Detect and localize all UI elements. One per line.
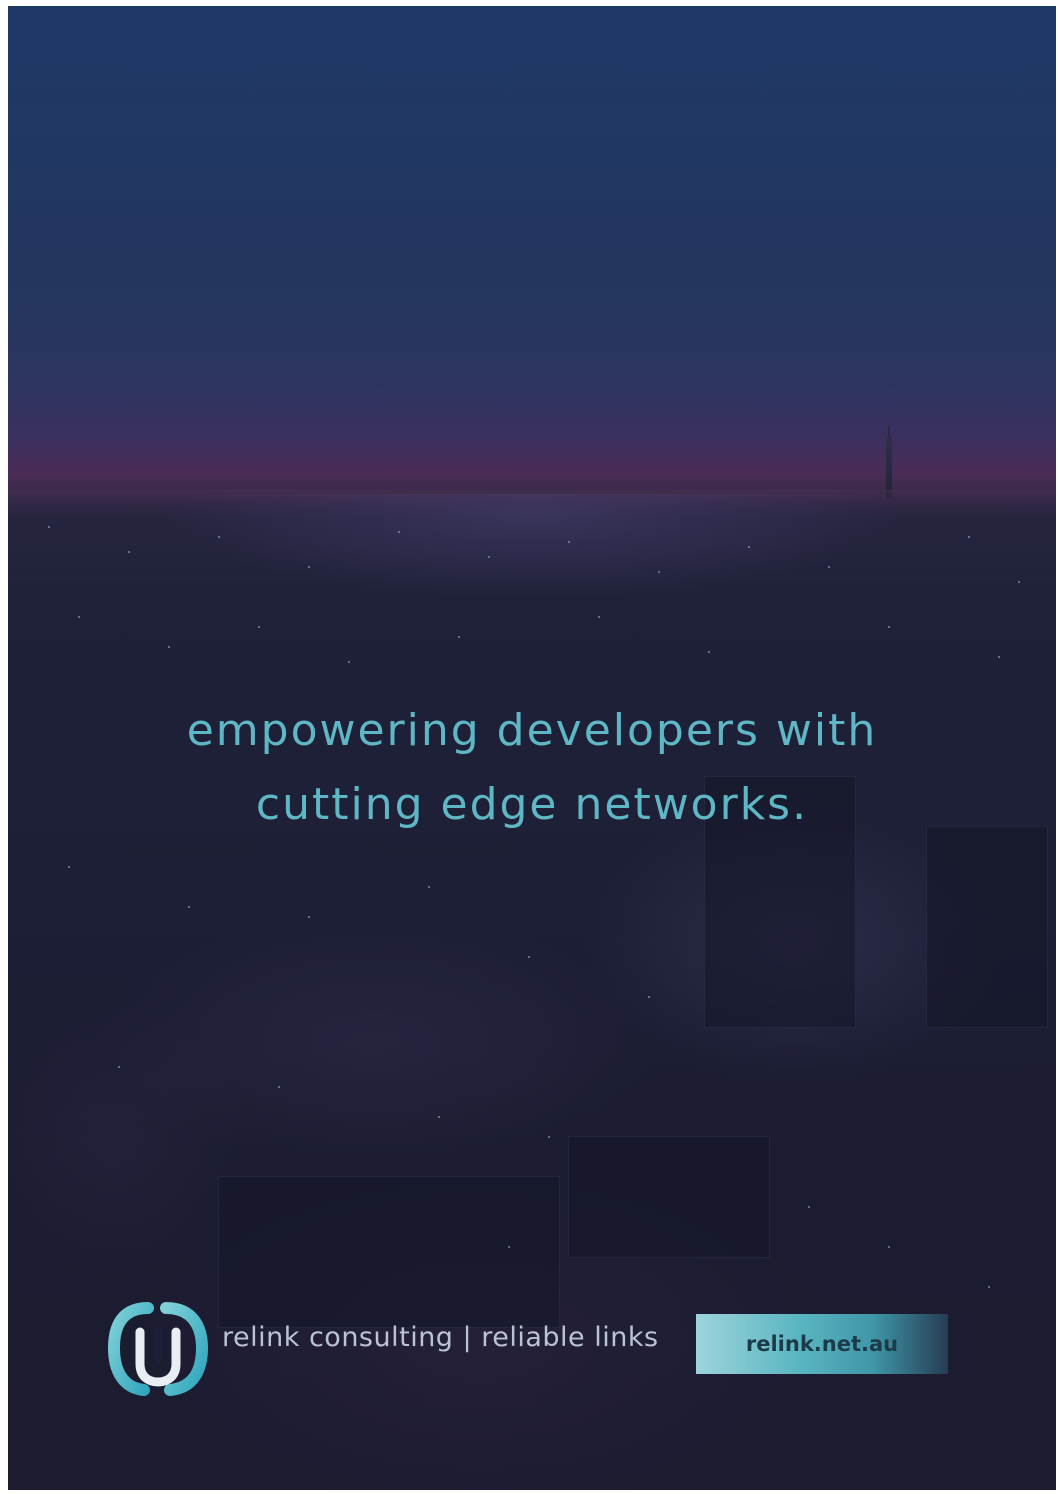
city-light [78,616,80,618]
city-light [218,536,220,538]
city-light [808,1206,810,1208]
city-light [68,866,70,868]
city-light [828,566,830,568]
city-light [528,956,530,958]
city-light [398,531,400,533]
cover-page: empowering developers with cutting edge … [8,6,1056,1490]
city-light [998,656,1000,658]
city-light [488,556,490,558]
city-light [988,1286,990,1288]
city-light [568,541,570,543]
relink-logo-icon [107,1302,209,1396]
city-light [658,571,660,573]
building-lower [218,1176,560,1328]
city-light [598,616,600,618]
city-light [278,1086,280,1088]
tower [886,436,892,498]
city-light [258,626,260,628]
city-light [308,566,310,568]
city-light [508,1246,510,1248]
city-light [888,626,890,628]
city-light [428,886,430,888]
city-light [648,996,650,998]
city-light [188,906,190,908]
website-link[interactable]: relink.net.au [696,1314,948,1374]
headline: empowering developers with cutting edge … [8,694,1056,842]
city-light [308,916,310,918]
headline-line-1: empowering developers with [186,705,878,756]
city-light [118,1066,120,1068]
city-light [128,551,130,553]
city-light [48,526,50,528]
city-light [888,1246,890,1248]
city-light [1018,581,1020,583]
tagline: relink consulting | reliable links [222,1322,659,1353]
city-light [438,1116,440,1118]
city-light [968,536,970,538]
website-url[interactable]: relink.net.au [746,1332,898,1356]
city-light [748,546,750,548]
headline-line-2: cutting edge networks. [255,779,809,830]
building-right [926,826,1048,1028]
city-light [708,651,710,653]
city-light [458,636,460,638]
city-light [168,646,170,648]
city-light [548,1136,550,1138]
building-warehouse [568,1136,770,1258]
city-light [348,661,350,663]
